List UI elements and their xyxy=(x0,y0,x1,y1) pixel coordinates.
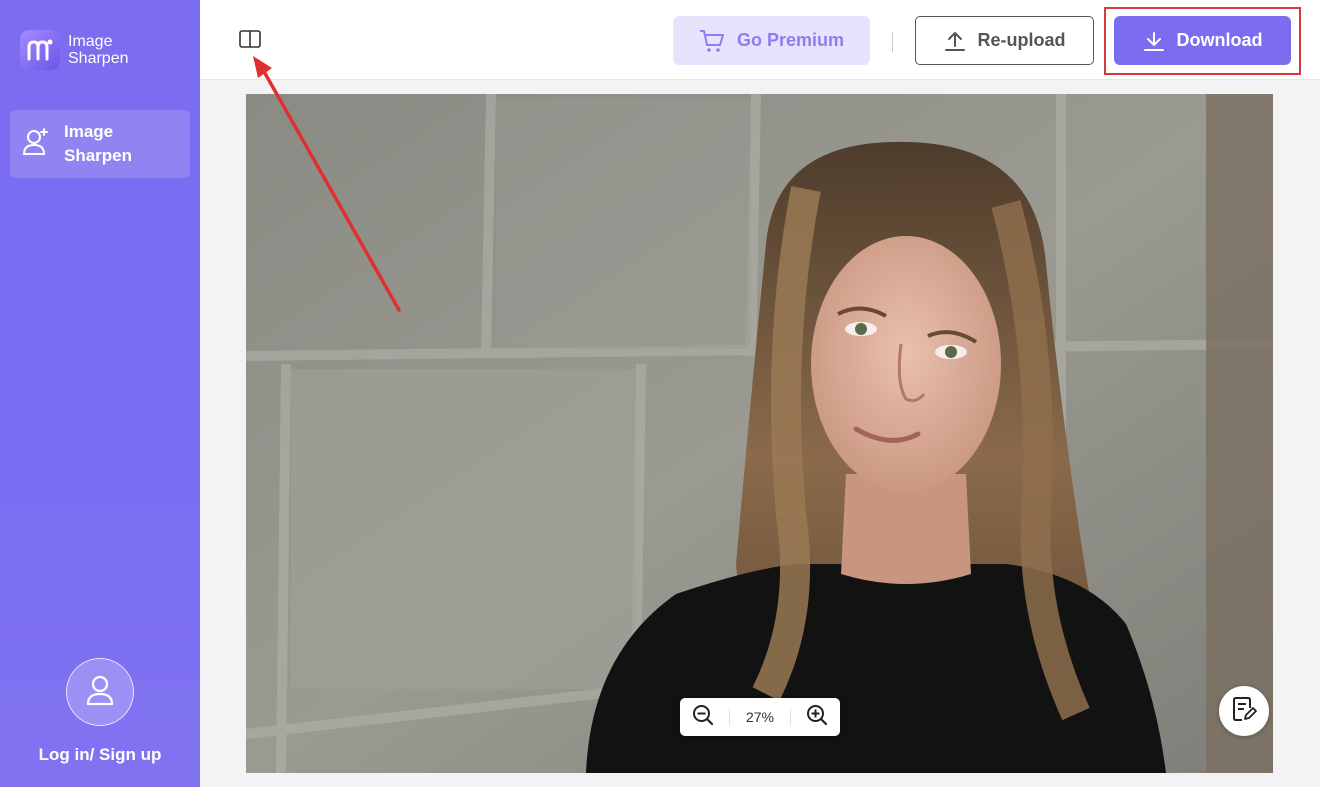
toolbar-divider xyxy=(892,32,893,52)
go-premium-label: Go Premium xyxy=(736,30,845,50)
sidebar-item-label-line2: Sharpen xyxy=(64,146,133,165)
sidebar: Image Sharpen Image Sharpen Log in/ Sign… xyxy=(0,0,200,787)
zoom-out-button[interactable] xyxy=(690,704,716,730)
login-signup-link[interactable]: Log in/ Sign up xyxy=(0,745,200,765)
download-button[interactable]: Download xyxy=(1114,16,1291,65)
user-sparkle-icon xyxy=(22,127,50,162)
reupload-label: Re-upload xyxy=(977,30,1066,50)
sidebar-item-label: Image Sharpen xyxy=(64,120,132,168)
feedback-button[interactable] xyxy=(1219,686,1269,736)
reupload-button[interactable]: Re-upload xyxy=(915,16,1094,65)
download-label: Download xyxy=(1176,30,1263,50)
image-preview xyxy=(246,94,1273,773)
zoom-level: 27% xyxy=(728,709,792,725)
compare-split-icon xyxy=(239,29,261,53)
zoom-controls: 27% xyxy=(680,698,840,736)
logo-text: Image Sharpen xyxy=(68,33,129,67)
avatar[interactable] xyxy=(66,658,134,726)
portrait-photo xyxy=(246,94,1273,773)
zoom-in-button[interactable] xyxy=(804,704,830,730)
logo-text-line1: Image xyxy=(68,33,113,50)
app-logo[interactable]: Image Sharpen xyxy=(20,30,129,70)
user-icon xyxy=(85,674,115,711)
zoom-in-icon xyxy=(806,704,828,731)
logo-text-line2: Sharpen xyxy=(68,50,129,67)
upload-icon xyxy=(944,30,966,52)
download-icon xyxy=(1143,30,1165,52)
logo-icon xyxy=(20,30,60,70)
zoom-out-icon xyxy=(692,704,714,731)
top-toolbar: Go Premium Re-upload Download xyxy=(200,0,1320,80)
go-premium-button[interactable]: Go Premium xyxy=(673,16,870,65)
sidebar-item-image-sharpen[interactable]: Image Sharpen xyxy=(10,110,190,178)
cart-icon xyxy=(699,29,725,53)
sidebar-item-label-line1: Image xyxy=(64,122,114,141)
compare-button[interactable] xyxy=(238,29,262,53)
feedback-icon xyxy=(1231,696,1257,727)
